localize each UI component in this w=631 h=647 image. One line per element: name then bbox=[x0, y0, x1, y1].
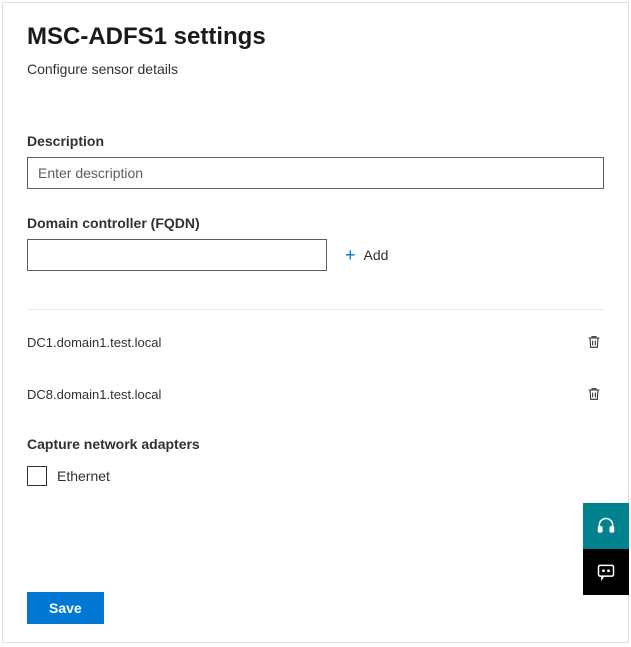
fqdn-label: Domain controller (FQDN) bbox=[27, 215, 604, 231]
dc-row: DC1.domain1.test.local bbox=[27, 332, 604, 352]
dc-name: DC1.domain1.test.local bbox=[27, 335, 161, 350]
dc-row: DC8.domain1.test.local bbox=[27, 384, 604, 404]
adapter-checkbox-label: Ethernet bbox=[57, 468, 110, 484]
plus-icon: + bbox=[345, 246, 356, 264]
add-button-label: Add bbox=[364, 247, 389, 263]
delete-button[interactable] bbox=[584, 384, 604, 404]
trash-icon bbox=[586, 334, 602, 350]
description-input[interactable] bbox=[27, 157, 604, 189]
delete-button[interactable] bbox=[584, 332, 604, 352]
description-label: Description bbox=[27, 133, 604, 149]
support-button[interactable] bbox=[583, 503, 629, 549]
adapter-checkbox[interactable] bbox=[27, 466, 47, 486]
dc-name: DC8.domain1.test.local bbox=[27, 387, 161, 402]
floating-actions bbox=[583, 503, 629, 595]
divider bbox=[27, 309, 604, 310]
adapter-item: Ethernet bbox=[27, 466, 604, 486]
headset-icon bbox=[596, 516, 616, 536]
adapters-label: Capture network adapters bbox=[27, 436, 604, 452]
trash-icon bbox=[586, 386, 602, 402]
page-title: MSC-ADFS1 settings bbox=[27, 23, 604, 51]
settings-panel: MSC-ADFS1 settings Configure sensor deta… bbox=[2, 2, 629, 643]
fqdn-input[interactable] bbox=[27, 239, 327, 271]
chat-icon bbox=[596, 562, 616, 582]
feedback-button[interactable] bbox=[583, 549, 629, 595]
save-button[interactable]: Save bbox=[27, 592, 104, 624]
page-subtitle: Configure sensor details bbox=[27, 61, 604, 77]
add-button[interactable]: + Add bbox=[341, 242, 392, 268]
